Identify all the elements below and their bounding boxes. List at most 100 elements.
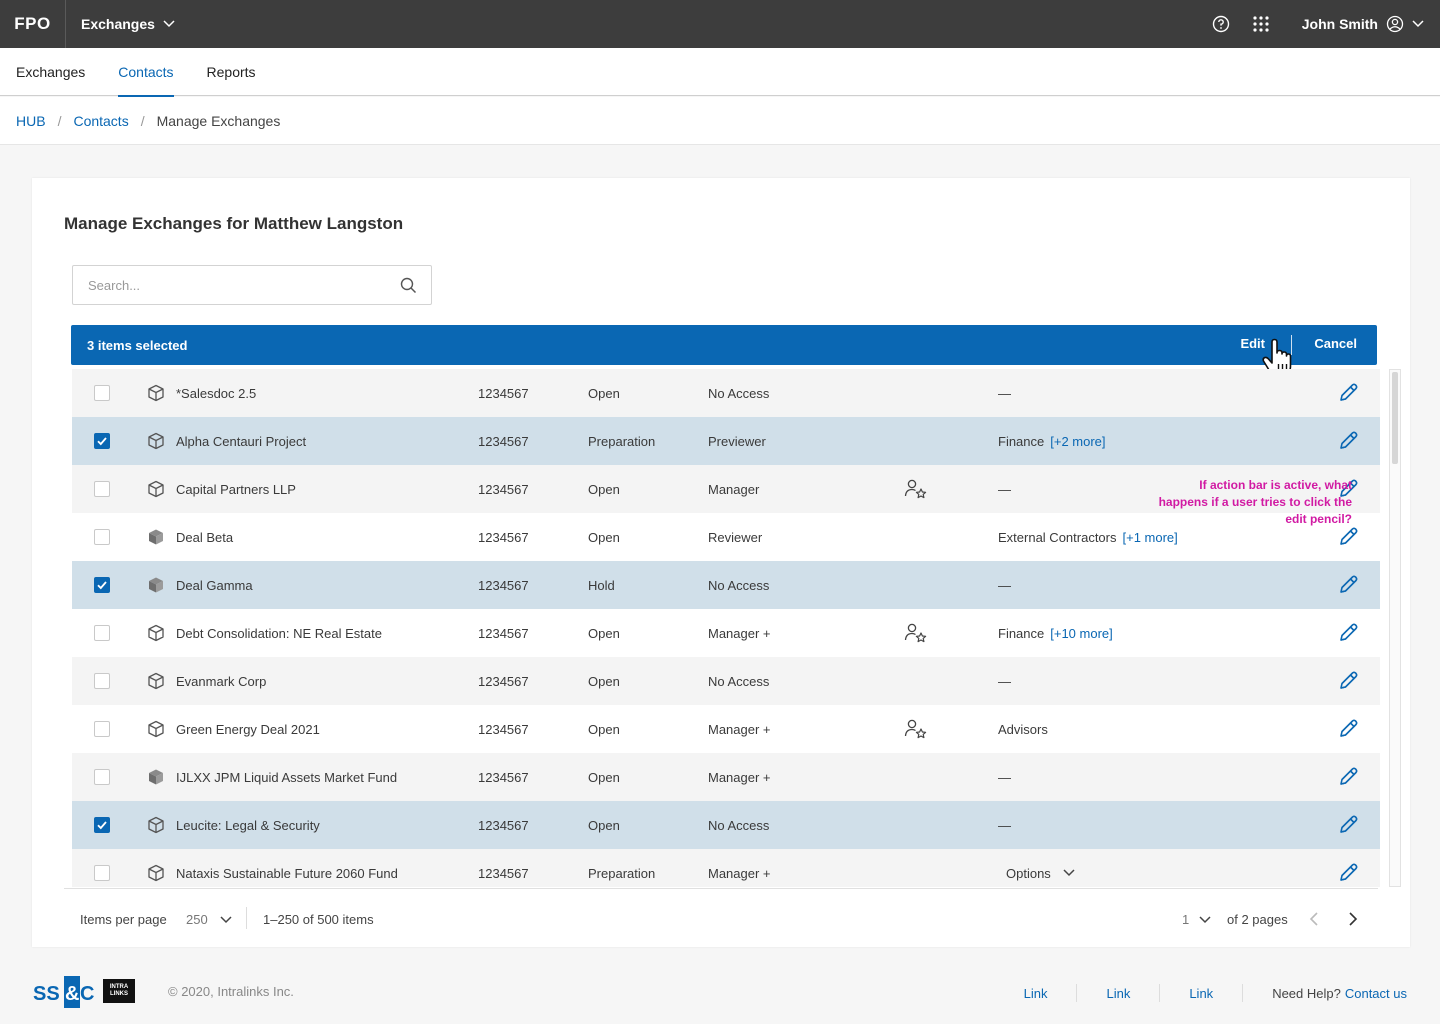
row-checkbox[interactable]	[94, 385, 110, 401]
tab-exchanges[interactable]: Exchanges	[16, 48, 85, 96]
row-checkbox[interactable]	[94, 769, 110, 785]
exchange-status: Open	[588, 817, 620, 833]
exchange-group: —	[998, 482, 1011, 497]
table-row[interactable]: Evanmark Corp 1234567 Open No Access —	[72, 657, 1380, 705]
exchange-id: 1234567	[478, 529, 529, 545]
edit-pencil-icon[interactable]	[1337, 766, 1359, 788]
exchange-role: No Access	[708, 385, 770, 401]
options-dropdown[interactable]: Options	[1006, 866, 1075, 881]
edit-pencil-icon[interactable]	[1337, 718, 1359, 740]
user-menu[interactable]: John Smith	[1302, 15, 1424, 33]
table-row[interactable]: IJLXX JPM Liquid Assets Market Fund 12345…	[72, 753, 1380, 801]
app-logo[interactable]: FPO	[0, 0, 66, 48]
row-checkbox[interactable]	[94, 433, 110, 449]
exchange-group: —	[998, 674, 1011, 689]
svg-text:C: C	[80, 983, 94, 1005]
row-checkbox[interactable]	[94, 721, 110, 737]
cancel-button[interactable]: Cancel	[1314, 336, 1357, 351]
exchange-name[interactable]: Capital Partners LLP	[176, 482, 296, 497]
more-groups-link[interactable]: [+1 more]	[1123, 530, 1178, 545]
scrollbar-thumb[interactable]	[1392, 372, 1398, 464]
footer-link[interactable]: Link	[1024, 986, 1048, 1001]
chevron-down-icon	[1412, 20, 1424, 28]
exchange-name[interactable]: Debt Consolidation: NE Real Estate	[176, 626, 382, 641]
more-groups-link[interactable]: [+10 more]	[1050, 626, 1113, 641]
edit-pencil-icon[interactable]	[1337, 862, 1359, 884]
help-icon[interactable]	[1212, 15, 1230, 33]
edit-pencil-icon[interactable]	[1337, 430, 1359, 452]
table-scrollbar[interactable]	[1389, 369, 1401, 887]
table-row[interactable]: Debt Consolidation: NE Real Estate 123456…	[72, 609, 1380, 657]
exchange-group: —	[998, 818, 1011, 833]
group-label: Advisors	[998, 721, 1048, 737]
exchange-role: Manager +	[708, 625, 771, 641]
row-checkbox[interactable]	[94, 481, 110, 497]
edit-pencil-icon[interactable]	[1337, 526, 1359, 548]
exchange-role: No Access	[708, 817, 770, 833]
table-row[interactable]: Nataxis Sustainable Future 2060 Fund 1234…	[72, 849, 1380, 887]
exchange-name[interactable]: Evanmark Corp	[176, 674, 266, 689]
search-icon[interactable]	[400, 277, 417, 294]
exchange-name[interactable]: Deal Gamma	[176, 578, 253, 593]
cube-outline-icon	[148, 624, 164, 642]
selected-count: 3 items selected	[87, 337, 188, 353]
edit-pencil-icon[interactable]	[1337, 670, 1359, 692]
tab-contacts[interactable]: Contacts	[118, 48, 174, 97]
table-row[interactable]: Green Energy Deal 2021 1234567 Open Manager…	[72, 705, 1380, 753]
items-per-page-value: 250	[186, 912, 208, 927]
exchange-name[interactable]: Alpha Centauri Project	[176, 434, 306, 449]
chevron-left-icon[interactable]	[1307, 911, 1321, 927]
exchange-id: 1234567	[478, 577, 529, 593]
chevron-right-icon[interactable]	[1346, 911, 1360, 927]
app-switcher[interactable]: Exchanges	[66, 16, 175, 32]
row-checkbox[interactable]	[94, 577, 110, 593]
exchange-name[interactable]: Leucite: Legal & Security	[176, 818, 320, 833]
table-row[interactable]: *Salesdoc 2.5 1234567 Open No Access —	[72, 369, 1380, 417]
exchange-status: Open	[588, 769, 620, 785]
exchange-name[interactable]: *Salesdoc 2.5	[176, 386, 256, 401]
cube-outline-icon	[148, 480, 164, 498]
manage-exchanges-card: Manage Exchanges for Matthew Langston 3 …	[32, 178, 1410, 947]
table-row[interactable]: Alpha Centauri Project 1234567 Preparation…	[72, 417, 1380, 465]
contact-us-link[interactable]: Contact us	[1345, 986, 1407, 1001]
items-per-page-select[interactable]: 250	[186, 912, 232, 927]
more-groups-link[interactable]: [+2 more]	[1050, 434, 1105, 449]
exchange-group: —	[998, 578, 1011, 593]
exchange-status: Open	[588, 625, 620, 641]
search-input[interactable]	[73, 266, 373, 304]
app-grid-icon[interactable]	[1252, 15, 1270, 33]
user-star-icon	[904, 719, 927, 739]
table-row[interactable]: Deal Gamma 1234567 Hold No Access —	[72, 561, 1380, 609]
exchange-name[interactable]: Nataxis Sustainable Future 2060 Fund	[176, 866, 398, 881]
footer-link[interactable]: Link	[1106, 986, 1130, 1001]
breadcrumb-hub[interactable]: HUB	[16, 113, 46, 129]
exchange-role: Previewer	[708, 433, 766, 449]
sub-nav: Exchanges Contacts Reports	[0, 48, 1440, 97]
edit-pencil-icon[interactable]	[1337, 382, 1359, 404]
row-checkbox[interactable]	[94, 529, 110, 545]
row-checkbox[interactable]	[94, 865, 110, 881]
exchange-id: 1234567	[478, 721, 529, 737]
row-checkbox[interactable]	[94, 625, 110, 641]
edit-pencil-icon[interactable]	[1337, 574, 1359, 596]
edit-pencil-icon[interactable]	[1337, 622, 1359, 644]
exchange-role: Reviewer	[708, 529, 763, 545]
row-checkbox[interactable]	[94, 673, 110, 689]
exchange-name[interactable]: Green Energy Deal 2021	[176, 722, 320, 737]
table-row[interactable]: Leucite: Legal & Security 1234567 Open No A…	[72, 801, 1380, 849]
exchange-id: 1234567	[478, 481, 529, 497]
edit-pencil-icon[interactable]	[1337, 814, 1359, 836]
cube-outline-icon	[148, 720, 164, 738]
exchange-status: Open	[588, 481, 620, 497]
exchange-status: Preparation	[588, 433, 656, 449]
exchange-name[interactable]: IJLXX JPM Liquid Assets Market Fund	[176, 770, 397, 785]
row-checkbox[interactable]	[94, 817, 110, 833]
exchange-group: Finance [+10 more]	[998, 626, 1113, 641]
footer-link[interactable]: Link	[1189, 986, 1213, 1001]
tab-reports[interactable]: Reports	[207, 48, 256, 96]
breadcrumb-contacts[interactable]: Contacts	[73, 113, 128, 129]
page-select[interactable]: 1	[1182, 912, 1211, 927]
footer-separator	[1242, 984, 1244, 1002]
exchange-name[interactable]: Deal Beta	[176, 530, 233, 545]
chevron-down-icon	[220, 915, 232, 923]
